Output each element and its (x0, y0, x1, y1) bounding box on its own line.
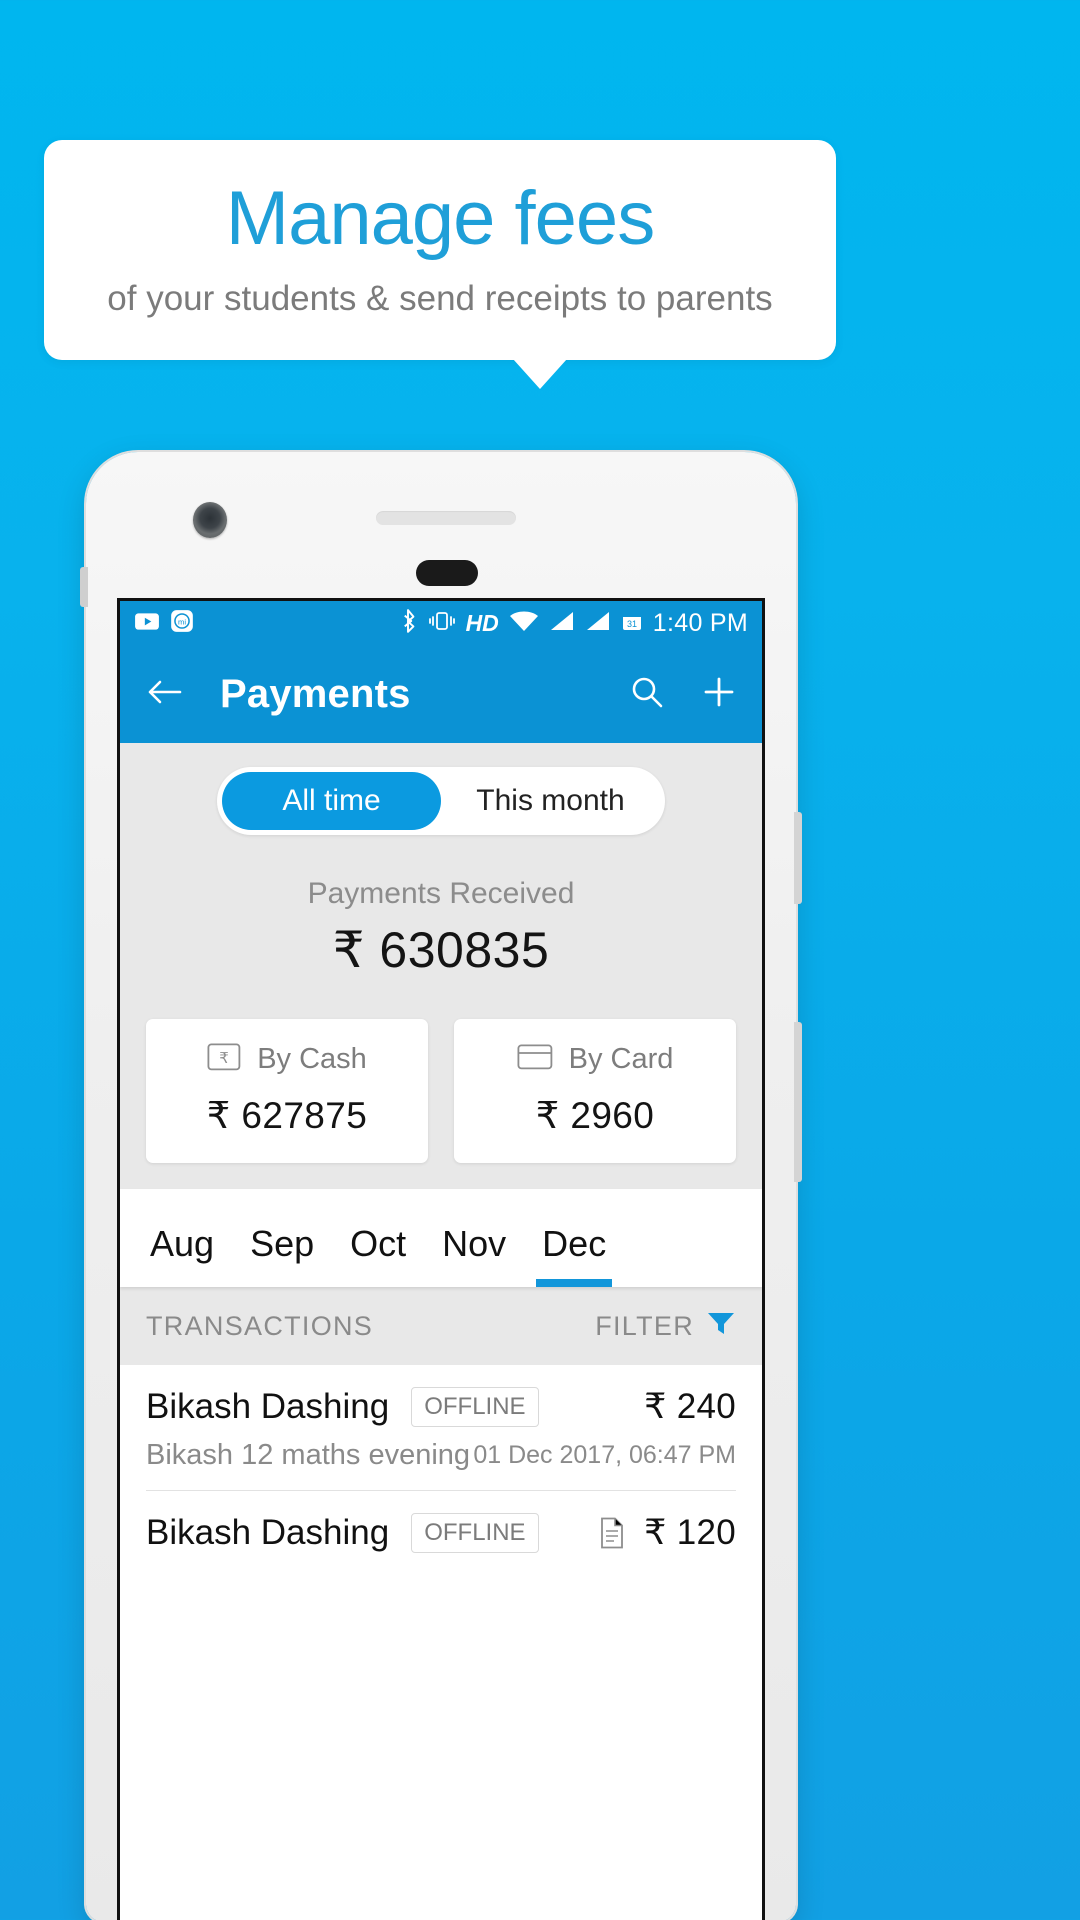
summary-panel: All time This month Payments Received ₹ … (120, 743, 762, 1189)
payments-received-label: Payments Received (307, 877, 575, 910)
month-tab-indicator (344, 1279, 412, 1287)
transaction-description: Bikash 12 maths evening (146, 1439, 471, 1471)
youtube-icon (134, 608, 160, 639)
by-card-card-header: By Card (517, 1043, 674, 1076)
app-bar-actions (630, 675, 736, 714)
transaction-secondary-line: Bikash 12 maths evening 01 Dec 2017, 06:… (146, 1439, 736, 1491)
page-title: Payments (220, 671, 411, 716)
table-row[interactable]: Bikash Dashing OFFLINE ₹ 240 Bikash 12 m… (120, 1365, 762, 1491)
by-cash-label: By Cash (257, 1043, 367, 1075)
month-tab-label: Dec (542, 1223, 607, 1264)
hd-icon: HD (465, 609, 499, 636)
status-bar-left-icons: mi (134, 608, 195, 639)
svg-text:31: 31 (627, 619, 637, 629)
phone-screen: mi HD 31 1:40 PM Payments All time This … (117, 598, 765, 1920)
back-button[interactable] (146, 676, 184, 713)
month-tab-oct[interactable]: Oct (332, 1223, 424, 1287)
month-tab-label: Oct (350, 1223, 407, 1264)
phone-earpiece (376, 511, 516, 525)
status-badge: OFFLINE (411, 1387, 539, 1427)
signal-icon (585, 609, 611, 638)
payment-method-cards: ₹ By Cash ₹ 627875 By Card ₹ 2960 (120, 1019, 762, 1163)
transaction-amount: ₹ 240 (644, 1387, 736, 1426)
by-cash-card[interactable]: ₹ By Cash ₹ 627875 (146, 1019, 428, 1163)
calendar-icon: 31 (621, 609, 643, 638)
by-card-card[interactable]: By Card ₹ 2960 (454, 1019, 736, 1163)
promo-callout-tail (513, 359, 567, 389)
promo-title: Manage fees (225, 176, 655, 261)
by-card-label: By Card (568, 1043, 674, 1075)
month-tab-label: Sep (250, 1223, 315, 1264)
status-bar: mi HD 31 1:40 PM (120, 601, 762, 645)
transaction-primary-line: Bikash Dashing OFFLINE ₹ 120 (146, 1513, 736, 1557)
month-tab-indicator (536, 1279, 613, 1287)
signal-icon (549, 609, 575, 638)
filter-button[interactable]: FILTER (595, 1309, 736, 1344)
month-tab-sep[interactable]: Sep (232, 1223, 332, 1287)
segment-all-time[interactable]: All time (222, 772, 441, 830)
transaction-date: 01 Dec 2017, 06:47 PM (473, 1441, 736, 1469)
status-bar-time: 1:40 PM (652, 608, 748, 637)
phone-side-button-left (80, 567, 88, 607)
transactions-header: TRANSACTIONS FILTER (120, 1287, 762, 1365)
month-tab-indicator (144, 1279, 220, 1287)
transactions-list: Bikash Dashing OFFLINE ₹ 240 Bikash 12 m… (120, 1365, 762, 1557)
svg-text:mi: mi (178, 617, 186, 626)
mi-remote-icon: mi (169, 608, 195, 639)
transaction-amount: ₹ 120 (644, 1513, 736, 1552)
credit-card-icon (517, 1043, 553, 1076)
month-tab-indicator (436, 1279, 512, 1287)
phone-volume-button (794, 1022, 802, 1182)
phone-home-button (416, 560, 478, 586)
front-camera-icon (193, 502, 227, 538)
month-tab-aug[interactable]: Aug (132, 1223, 232, 1287)
search-icon[interactable] (630, 675, 664, 714)
svg-text:₹: ₹ (219, 1050, 229, 1067)
month-tabs[interactable]: Aug Sep Oct Nov Dec (120, 1189, 762, 1287)
receipt-icon[interactable] (598, 1517, 626, 1549)
status-bar-right-icons: HD 31 1:40 PM (398, 608, 748, 639)
table-row[interactable]: Bikash Dashing OFFLINE ₹ 120 (120, 1491, 762, 1557)
transactions-title: TRANSACTIONS (146, 1310, 374, 1341)
segment-this-month[interactable]: This month (441, 772, 660, 830)
month-tab-label: Aug (150, 1223, 215, 1264)
payments-received-value: ₹ 630835 (332, 922, 550, 978)
funnel-icon[interactable] (706, 1309, 736, 1344)
phone-power-button (794, 812, 802, 904)
month-tab-label: Nov (442, 1223, 507, 1264)
plus-icon[interactable] (702, 675, 736, 714)
transaction-primary-line: Bikash Dashing OFFLINE ₹ 240 (146, 1387, 736, 1427)
vibrate-icon (428, 609, 456, 638)
filter-label: FILTER (595, 1310, 694, 1341)
promo-subtitle: of your students & send receipts to pare… (107, 279, 773, 318)
by-card-value: ₹ 2960 (535, 1095, 655, 1136)
rupee-note-icon: ₹ (207, 1043, 241, 1076)
month-tab-nov[interactable]: Nov (424, 1223, 524, 1287)
transaction-name: Bikash Dashing (146, 1513, 390, 1552)
by-cash-value: ₹ 627875 (206, 1095, 368, 1136)
by-cash-card-header: ₹ By Cash (207, 1043, 367, 1076)
month-tab-dec[interactable]: Dec (524, 1223, 624, 1287)
status-badge: OFFLINE (411, 1513, 539, 1553)
app-bar: Payments (120, 645, 762, 743)
phone-mockup: mi HD 31 1:40 PM Payments All time This … (80, 452, 802, 1920)
transaction-name: Bikash Dashing (146, 1387, 390, 1426)
month-tab-indicator (244, 1279, 320, 1287)
promo-callout: Manage fees of your students & send rece… (44, 140, 836, 360)
time-range-segmented-control[interactable]: All time This month (217, 767, 665, 835)
bluetooth-icon (398, 608, 418, 639)
wifi-icon (509, 609, 539, 638)
